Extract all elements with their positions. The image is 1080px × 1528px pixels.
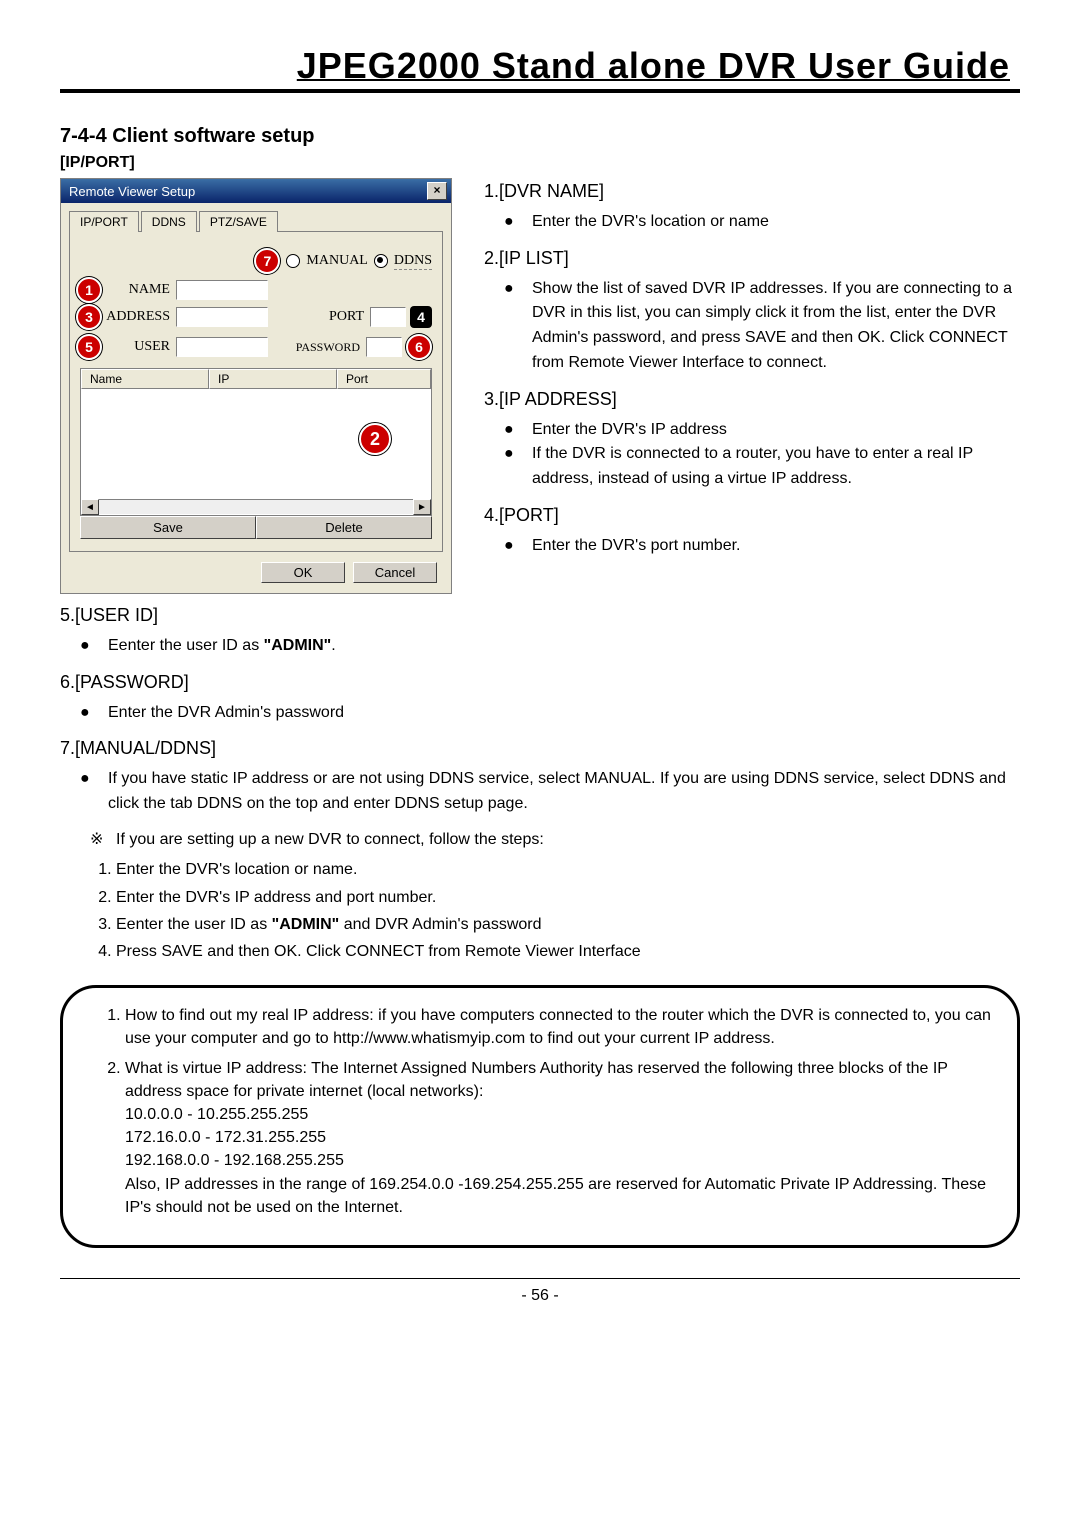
- col-ip[interactable]: IP: [209, 369, 337, 389]
- item6-b1: Enter the DVR Admin's password: [108, 701, 1020, 726]
- step-2: Enter the DVR's IP address and port numb…: [116, 884, 1020, 911]
- item7-head: 7.[MANUAL/DDNS]: [60, 735, 1020, 763]
- item5-head: 5.[USER ID]: [60, 602, 1020, 630]
- callout-badge-7: 7: [254, 248, 280, 274]
- remote-viewer-dialog: Remote Viewer Setup × IP/PORT DDNS PTZ/S…: [60, 178, 452, 594]
- callout-badge-2: 2: [359, 423, 391, 455]
- tab-ddns[interactable]: DDNS: [141, 211, 197, 232]
- item3-b1: Enter the DVR's IP address: [532, 418, 1020, 443]
- item3-head: 3.[IP ADDRESS]: [484, 386, 1020, 414]
- label-password: PASSWORD: [296, 340, 366, 355]
- item7-b1: If you have static IP address or are not…: [108, 767, 1020, 817]
- page-number: - 56 -: [60, 1278, 1020, 1305]
- item1-b1: Enter the DVR's location or name: [532, 210, 1020, 235]
- callout-badge-1: 1: [76, 277, 102, 303]
- input-address[interactable]: [176, 307, 268, 327]
- page-title: JPEG2000 Stand alone DVR User Guide: [60, 45, 1020, 93]
- dialog-title: Remote Viewer Setup: [69, 184, 427, 199]
- callout-badge-3: 3: [76, 304, 102, 330]
- item6-head: 6.[PASSWORD]: [60, 669, 1020, 697]
- item2-head: 2.[IP LIST]: [484, 245, 1020, 273]
- radio-manual-label: MANUAL: [306, 253, 367, 269]
- item4-b1: Enter the DVR's port number.: [532, 534, 1020, 559]
- note-line: ※If you are setting up a new DVR to conn…: [60, 827, 1020, 853]
- callout-badge-6: 6: [406, 334, 432, 360]
- callout-badge-4: 4: [410, 306, 432, 328]
- item2-b1: Show the list of saved DVR IP addresses.…: [532, 277, 1020, 376]
- label-name: NAME: [98, 282, 176, 298]
- callout-badge-5: 5: [76, 334, 102, 360]
- label-port: PORT: [329, 309, 370, 325]
- input-user[interactable]: [176, 337, 268, 357]
- scroll-track[interactable]: [99, 499, 413, 515]
- radio-manual[interactable]: [286, 254, 300, 268]
- tab-ptzsave[interactable]: PTZ/SAVE: [199, 211, 278, 232]
- ok-button[interactable]: OK: [261, 562, 345, 583]
- ip-list-table: Name IP Port 2 ◄ ►: [80, 368, 432, 516]
- info-callout: How to find out my real IP address: if y…: [60, 985, 1020, 1248]
- scroll-left-icon[interactable]: ◄: [81, 499, 99, 515]
- item1-head: 1.[DVR NAME]: [484, 178, 1020, 206]
- label-address: ADDRESS: [98, 309, 176, 325]
- col-port[interactable]: Port: [337, 369, 431, 389]
- step-4: Press SAVE and then OK. Click CONNECT fr…: [116, 938, 1020, 965]
- item3-b2: If the DVR is connected to a router, you…: [532, 442, 1020, 492]
- ip-list-body[interactable]: 2: [81, 389, 431, 499]
- item5-b1: Eenter the user ID as "ADMIN".: [108, 634, 1020, 659]
- subheading-ipport: [IP/PORT]: [60, 154, 1020, 172]
- step-1: Enter the DVR's location or name.: [116, 856, 1020, 883]
- delete-button[interactable]: Delete: [256, 516, 432, 539]
- col-name[interactable]: Name: [81, 369, 209, 389]
- section-heading: 7-4-4 Client software setup: [60, 125, 1020, 148]
- cancel-button[interactable]: Cancel: [353, 562, 437, 583]
- input-password[interactable]: [366, 337, 402, 357]
- callout-2: What is virtue IP address: The Internet …: [125, 1057, 993, 1219]
- close-icon[interactable]: ×: [427, 182, 447, 200]
- item4-head: 4.[PORT]: [484, 502, 1020, 530]
- callout-1: How to find out my real IP address: if y…: [125, 1004, 993, 1050]
- step-3: Eenter the user ID as "ADMIN" and DVR Ad…: [116, 911, 1020, 938]
- radio-ddns-label: DDNS: [394, 253, 432, 270]
- label-user: USER: [98, 339, 176, 355]
- scroll-right-icon[interactable]: ►: [413, 499, 431, 515]
- input-name[interactable]: [176, 280, 268, 300]
- save-button[interactable]: Save: [80, 516, 256, 539]
- tab-ipport[interactable]: IP/PORT: [69, 211, 139, 232]
- input-port[interactable]: [370, 307, 406, 327]
- radio-ddns[interactable]: [374, 254, 388, 268]
